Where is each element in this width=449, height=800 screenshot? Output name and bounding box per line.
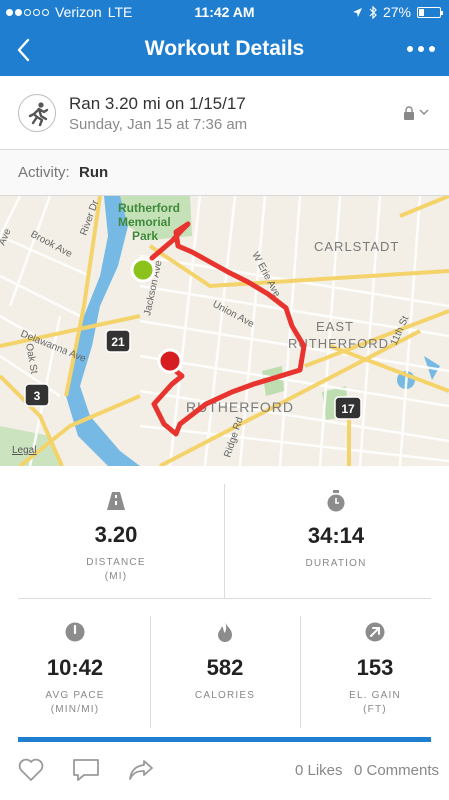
- status-bar: Verizon LTE 11:42 AM 27%: [0, 0, 449, 24]
- route-map[interactable]: Rutherford Memorial Park CARLSTADT EAST …: [0, 196, 449, 466]
- calories-label: CALORIES: [194, 690, 256, 701]
- workout-stats: 3.20 DISTANCE (MI) 34:14 DURATION 10:42 …: [0, 466, 449, 738]
- comment-bubble-icon[interactable]: [72, 758, 100, 782]
- workout-title: Ran 3.20 mi on 1/15/17: [69, 94, 246, 113]
- route-17-shield: 17: [334, 396, 362, 420]
- calories-stat: 582 CALORIES: [160, 622, 290, 703]
- likes-count-link[interactable]: 0 Likes: [295, 762, 343, 779]
- more-dot-icon: [418, 46, 424, 52]
- lock-icon[interactable]: [403, 106, 415, 120]
- flame-icon: [218, 622, 232, 642]
- navigation-bar: Workout Details: [0, 24, 449, 76]
- route-start-marker: [130, 257, 156, 283]
- like-heart-icon[interactable]: [18, 758, 44, 782]
- page-title: Workout Details: [144, 37, 305, 60]
- share-arrow-icon[interactable]: [128, 758, 154, 782]
- battery-percent: 27%: [382, 4, 411, 20]
- elevation-arrow-icon: [365, 622, 385, 642]
- distance-unit: (MI): [104, 571, 128, 582]
- svg-text:3: 3: [34, 389, 41, 403]
- avg-pace-stat: 10:42 AVG PACE (MIN/MI): [10, 622, 140, 717]
- activity-type-row: Activity: Run: [0, 150, 449, 196]
- running-person-icon: [18, 94, 56, 132]
- more-dot-icon: [407, 46, 413, 52]
- battery-icon: [417, 6, 443, 18]
- activity-label: Activity:: [18, 164, 70, 181]
- route-end-marker: [157, 348, 183, 374]
- chevron-down-icon[interactable]: [419, 108, 429, 116]
- avg-pace-unit: (MIN/MI): [50, 704, 100, 715]
- elevation-unit: (FT): [363, 704, 387, 715]
- route-3-shield: 3: [24, 383, 50, 407]
- elevation-stat: 153 EL. GAIN (FT): [310, 622, 440, 717]
- map-label-carlstadt: CARLSTADT: [314, 239, 399, 254]
- distance-value: 3.20: [94, 522, 138, 547]
- bluetooth-icon: [369, 5, 377, 19]
- location-arrow-icon: [352, 7, 362, 17]
- calories-value: 582: [206, 655, 244, 680]
- svg-text:21: 21: [111, 335, 125, 349]
- svg-text:17: 17: [341, 402, 355, 416]
- distance-stat: 3.20 DISTANCE (MI): [16, 492, 216, 584]
- social-bar: 0 Likes 0 Comments: [0, 742, 449, 800]
- workout-date: Sunday, Jan 15 at 7:36 am: [69, 116, 248, 133]
- avg-pace-value: 10:42: [46, 655, 104, 680]
- duration-label: DURATION: [305, 558, 367, 569]
- map-label-east: EAST: [316, 319, 354, 334]
- workout-header: Ran 3.20 mi on 1/15/17 Sunday, Jan 15 at…: [0, 76, 449, 150]
- elevation-value: 153: [356, 655, 394, 680]
- speedometer-icon: [65, 622, 85, 642]
- duration-value: 34:14: [307, 523, 365, 548]
- stopwatch-icon: [327, 490, 345, 512]
- elevation-label: EL. GAIN: [349, 690, 401, 701]
- activity-value: Run: [79, 164, 109, 181]
- more-dot-icon: [429, 46, 435, 52]
- map-legal-link: Legal: [12, 445, 36, 456]
- more-options-button[interactable]: [407, 46, 435, 52]
- status-right: 27%: [352, 4, 443, 20]
- distance-label: DISTANCE: [86, 557, 146, 568]
- avg-pace-label: AVG PACE: [45, 690, 105, 701]
- route-21-shield: 21: [105, 329, 131, 353]
- map-label-park: Park: [132, 229, 158, 243]
- comments-count-link[interactable]: 0 Comments: [354, 762, 439, 779]
- map-label-park: Rutherford: [118, 201, 180, 215]
- road-icon: [107, 492, 125, 510]
- duration-stat: 34:14 DURATION: [236, 490, 436, 571]
- map-label-park: Memorial: [118, 215, 171, 229]
